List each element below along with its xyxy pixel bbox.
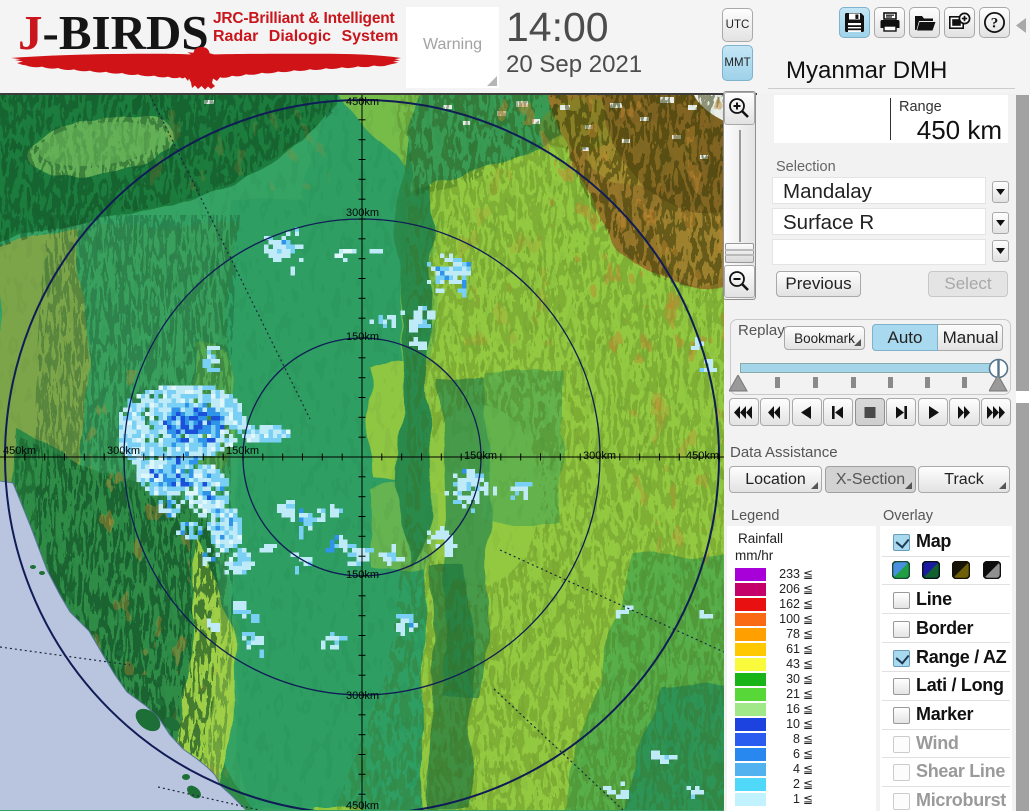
- svg-text:150km: 150km: [464, 450, 497, 462]
- svg-text:150km: 150km: [346, 569, 379, 581]
- svg-text:300km: 300km: [346, 207, 379, 219]
- svg-text:300km: 300km: [346, 690, 379, 702]
- svg-text:450km: 450km: [346, 800, 379, 810]
- svg-text:150km: 150km: [226, 445, 259, 457]
- svg-text:450km: 450km: [686, 450, 719, 462]
- svg-text:450km: 450km: [346, 96, 379, 108]
- svg-text:?: ?: [991, 15, 999, 31]
- svg-text:450km: 450km: [3, 445, 36, 457]
- svg-text:150km: 150km: [346, 331, 379, 343]
- svg-text:300km: 300km: [583, 450, 616, 462]
- svg-text:300km: 300km: [107, 445, 140, 457]
